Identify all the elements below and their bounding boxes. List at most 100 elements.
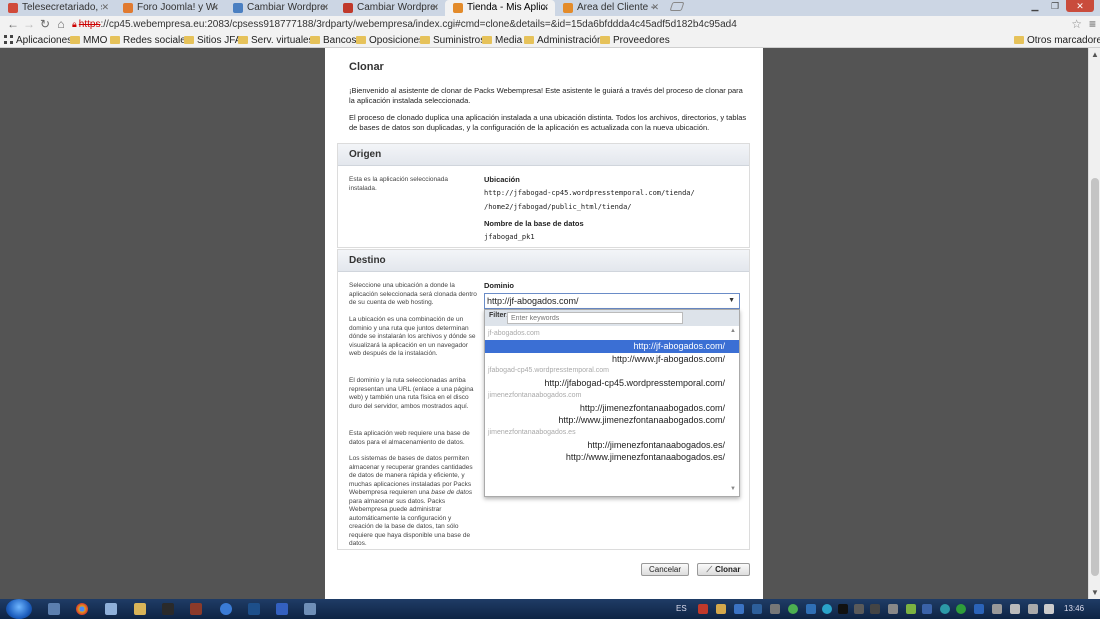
text-emphasis: base de datos	[431, 489, 473, 496]
dropdown-option[interactable]: http://jf-abogados.com/	[485, 340, 739, 353]
tray-icon[interactable]	[822, 604, 832, 614]
home-icon[interactable]: ⌂	[54, 17, 68, 31]
tray-icon[interactable]	[770, 604, 780, 614]
clone-wizard: Clonar ¡Bienvenido al asistente de clona…	[325, 48, 763, 599]
bookmark-folder[interactable]: Redes sociales	[110, 35, 191, 46]
tray-icon[interactable]	[906, 604, 916, 614]
app-icon[interactable]	[190, 603, 202, 615]
dropdown-group-label: jimenezfontanaabogados.com	[488, 391, 582, 399]
close-icon[interactable]: ✕	[651, 2, 659, 13]
tray-icon[interactable]	[940, 604, 950, 614]
folder-icon	[524, 36, 534, 44]
page-scrollbar[interactable]: ▲ ▼	[1088, 48, 1100, 599]
speaker-icon[interactable]	[1028, 604, 1038, 614]
bookmark-folder[interactable]: Suministros	[420, 35, 485, 46]
close-icon[interactable]: ✕	[321, 2, 329, 13]
bookmark-folder[interactable]: Serv. virtuales	[238, 35, 314, 46]
dropdown-option[interactable]: http://jfabogad-cp45.wordpresstemporal.c…	[485, 377, 739, 390]
menu-icon[interactable]: ≡	[1089, 17, 1096, 31]
tray-icon[interactable]	[992, 604, 1002, 614]
tray-icon[interactable]	[716, 604, 726, 614]
tab-label: Área del Cliente - w	[577, 2, 657, 13]
dominio-select[interactable]: http://jf-abogados.com/ ▼	[484, 293, 740, 309]
dropdown-option[interactable]: http://www.jf-abogados.com/	[485, 353, 739, 366]
dropdown-option[interactable]: http://jimenezfontanaabogados.com/	[485, 402, 739, 415]
clone-button[interactable]: ⟋ Clonar	[697, 563, 750, 576]
scroll-up-icon[interactable]: ▲	[1091, 50, 1099, 59]
close-icon[interactable]: ✕	[431, 2, 439, 13]
folder-icon	[356, 36, 366, 44]
dropdown-option[interactable]: http://jimenezfontanaabogados.es/	[485, 439, 739, 452]
start-button[interactable]	[6, 599, 32, 619]
tab-favicon-icon	[343, 3, 353, 13]
dropdown-group-label: jf-abogados.com	[488, 330, 540, 337]
dropdown-scroll-up-icon[interactable]: ▲	[730, 328, 736, 334]
tray-icon[interactable]	[752, 604, 762, 614]
origen-panel: Origen Esta es la aplicación seleccionad…	[337, 143, 750, 248]
minimize-button[interactable]: ▁	[1025, 0, 1045, 12]
bookmark-folder[interactable]: Administración	[524, 35, 603, 46]
bookmark-folder[interactable]: MMO	[70, 35, 107, 46]
bookmark-folder[interactable]: Media	[482, 35, 522, 46]
bookmark-folder[interactable]: Bancos	[310, 35, 356, 46]
scrollbar-thumb[interactable]	[1091, 178, 1099, 576]
reload-icon[interactable]: ↻	[38, 17, 52, 31]
browser-tab[interactable]: Telesecretariado, se ✕	[0, 0, 115, 16]
app-icon[interactable]	[276, 603, 288, 615]
app-icon[interactable]	[162, 603, 174, 615]
bookmark-label: Proveedores	[613, 35, 670, 46]
close-icon[interactable]: ✕	[541, 2, 549, 13]
tray-icon[interactable]	[888, 604, 898, 614]
close-icon[interactable]: ✕	[101, 2, 109, 13]
bookmark-star-icon[interactable]: ☆	[1071, 17, 1082, 31]
bookmark-apps[interactable]: Aplicaciones	[4, 35, 72, 46]
forward-icon[interactable]: →	[22, 17, 36, 31]
cancel-button[interactable]: Cancelar	[641, 563, 689, 576]
tray-icon[interactable]	[698, 604, 708, 614]
browser-tab[interactable]: Área del Cliente - w ✕	[555, 0, 665, 16]
tray-icon[interactable]	[806, 604, 816, 614]
chrome-icon[interactable]	[76, 603, 88, 615]
back-icon[interactable]: ←	[6, 17, 20, 31]
dropdown-option[interactable]: http://www.jimenezfontanaabogados.es/	[485, 451, 739, 464]
app-icon[interactable]	[248, 603, 260, 615]
dropdown-scroll-down-icon[interactable]: ▼	[730, 486, 736, 492]
bookmark-folder[interactable]: Sitios JFA	[184, 35, 241, 46]
browser-tab-active[interactable]: Tienda - Mis Aplicac ✕	[445, 0, 555, 16]
tab-favicon-icon	[123, 3, 133, 13]
bookmark-folder[interactable]: Proveedores	[600, 35, 670, 46]
app-icon[interactable]	[220, 603, 232, 615]
tray-icon[interactable]	[838, 604, 848, 614]
bookmark-other[interactable]: Otros marcadores	[1014, 35, 1100, 46]
tab-label: Cambiar Wordpress	[357, 2, 437, 13]
browser-tab[interactable]: Cambiar Wordpress ✕	[335, 0, 445, 16]
flag-icon[interactable]	[1044, 604, 1054, 614]
clock[interactable]: 13:46	[1064, 604, 1084, 613]
explorer-icon[interactable]	[48, 603, 60, 615]
tray-icon[interactable]	[788, 604, 798, 614]
filter-input[interactable]	[507, 312, 683, 324]
bookmark-folder[interactable]: Oposiciones	[356, 35, 424, 46]
dropdown-option[interactable]: http://www.jimenezfontanaabogados.com/	[485, 414, 739, 427]
new-tab-button[interactable]	[665, 0, 689, 16]
tray-icon[interactable]	[974, 604, 984, 614]
maximize-button[interactable]: ❐	[1045, 0, 1065, 12]
tray-icon[interactable]	[854, 604, 864, 614]
scroll-down-icon[interactable]: ▼	[1091, 588, 1099, 597]
tray-icon[interactable]	[922, 604, 932, 614]
document-icon[interactable]	[105, 603, 117, 615]
browser-tab[interactable]: Cambiar Wordpress ✕	[225, 0, 335, 16]
close-window-button[interactable]: ✕	[1066, 0, 1094, 12]
tray-icon[interactable]	[956, 604, 966, 614]
close-icon[interactable]: ✕	[211, 2, 219, 13]
address-bar[interactable]: 🔒︎ https://cp45.webempresa.eu:2083/cpsess…	[72, 17, 1072, 32]
language-indicator[interactable]: ES	[676, 604, 687, 613]
folder-icon	[70, 36, 80, 44]
folder-taskbar-icon[interactable]	[134, 603, 146, 615]
browser-tab[interactable]: Foro Joomla! y Word ✕	[115, 0, 225, 16]
app-icon[interactable]	[304, 603, 316, 615]
bookmark-label: MMO	[83, 35, 108, 46]
network-icon[interactable]	[1010, 604, 1020, 614]
tray-icon[interactable]	[734, 604, 744, 614]
tray-icon[interactable]	[870, 604, 880, 614]
